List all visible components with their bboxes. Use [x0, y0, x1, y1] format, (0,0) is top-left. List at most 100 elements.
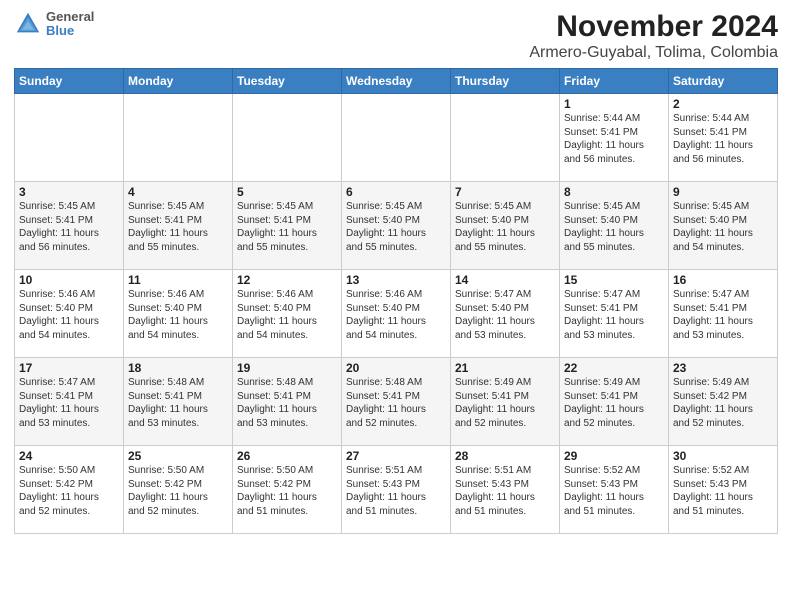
day-info: Sunrise: 5:47 AM Sunset: 5:40 PM Dayligh…	[455, 288, 555, 342]
day-info: Sunrise: 5:51 AM Sunset: 5:43 PM Dayligh…	[346, 464, 446, 518]
day-cell: 19Sunrise: 5:48 AM Sunset: 5:41 PM Dayli…	[233, 358, 342, 446]
logo-line1: General	[46, 10, 94, 24]
day-cell	[15, 94, 124, 182]
week-row-4: 24Sunrise: 5:50 AM Sunset: 5:42 PM Dayli…	[15, 446, 778, 534]
day-cell: 2Sunrise: 5:44 AM Sunset: 5:41 PM Daylig…	[669, 94, 778, 182]
day-number: 26	[237, 449, 337, 463]
day-number: 10	[19, 273, 119, 287]
header-cell-monday: Monday	[124, 69, 233, 94]
day-info: Sunrise: 5:52 AM Sunset: 5:43 PM Dayligh…	[564, 464, 664, 518]
day-info: Sunrise: 5:45 AM Sunset: 5:41 PM Dayligh…	[19, 200, 119, 254]
day-cell: 1Sunrise: 5:44 AM Sunset: 5:41 PM Daylig…	[560, 94, 669, 182]
day-cell: 30Sunrise: 5:52 AM Sunset: 5:43 PM Dayli…	[669, 446, 778, 534]
day-number: 16	[673, 273, 773, 287]
day-cell: 7Sunrise: 5:45 AM Sunset: 5:40 PM Daylig…	[451, 182, 560, 270]
day-number: 11	[128, 273, 228, 287]
day-info: Sunrise: 5:49 AM Sunset: 5:42 PM Dayligh…	[673, 376, 773, 430]
day-number: 29	[564, 449, 664, 463]
header-cell-sunday: Sunday	[15, 69, 124, 94]
day-cell: 27Sunrise: 5:51 AM Sunset: 5:43 PM Dayli…	[342, 446, 451, 534]
day-number: 19	[237, 361, 337, 375]
day-info: Sunrise: 5:48 AM Sunset: 5:41 PM Dayligh…	[346, 376, 446, 430]
calendar-subtitle: Armero-Guyabal, Tolima, Colombia	[529, 44, 778, 62]
day-info: Sunrise: 5:50 AM Sunset: 5:42 PM Dayligh…	[237, 464, 337, 518]
day-number: 9	[673, 185, 773, 199]
day-info: Sunrise: 5:45 AM Sunset: 5:41 PM Dayligh…	[128, 200, 228, 254]
day-cell: 6Sunrise: 5:45 AM Sunset: 5:40 PM Daylig…	[342, 182, 451, 270]
calendar-header: SundayMondayTuesdayWednesdayThursdayFrid…	[15, 69, 778, 94]
day-info: Sunrise: 5:45 AM Sunset: 5:40 PM Dayligh…	[455, 200, 555, 254]
day-number: 7	[455, 185, 555, 199]
day-number: 20	[346, 361, 446, 375]
day-cell: 24Sunrise: 5:50 AM Sunset: 5:42 PM Dayli…	[15, 446, 124, 534]
week-row-1: 3Sunrise: 5:45 AM Sunset: 5:41 PM Daylig…	[15, 182, 778, 270]
day-number: 23	[673, 361, 773, 375]
day-cell: 4Sunrise: 5:45 AM Sunset: 5:41 PM Daylig…	[124, 182, 233, 270]
day-info: Sunrise: 5:47 AM Sunset: 5:41 PM Dayligh…	[19, 376, 119, 430]
day-cell: 9Sunrise: 5:45 AM Sunset: 5:40 PM Daylig…	[669, 182, 778, 270]
day-number: 1	[564, 97, 664, 111]
title-block: November 2024 Armero-Guyabal, Tolima, Co…	[529, 10, 778, 62]
day-number: 15	[564, 273, 664, 287]
day-number: 12	[237, 273, 337, 287]
day-info: Sunrise: 5:46 AM Sunset: 5:40 PM Dayligh…	[19, 288, 119, 342]
day-number: 2	[673, 97, 773, 111]
day-number: 25	[128, 449, 228, 463]
day-info: Sunrise: 5:47 AM Sunset: 5:41 PM Dayligh…	[673, 288, 773, 342]
day-info: Sunrise: 5:50 AM Sunset: 5:42 PM Dayligh…	[128, 464, 228, 518]
day-info: Sunrise: 5:46 AM Sunset: 5:40 PM Dayligh…	[346, 288, 446, 342]
day-info: Sunrise: 5:47 AM Sunset: 5:41 PM Dayligh…	[564, 288, 664, 342]
day-number: 4	[128, 185, 228, 199]
day-cell: 12Sunrise: 5:46 AM Sunset: 5:40 PM Dayli…	[233, 270, 342, 358]
day-cell: 16Sunrise: 5:47 AM Sunset: 5:41 PM Dayli…	[669, 270, 778, 358]
day-number: 14	[455, 273, 555, 287]
day-number: 5	[237, 185, 337, 199]
week-row-2: 10Sunrise: 5:46 AM Sunset: 5:40 PM Dayli…	[15, 270, 778, 358]
header-row: SundayMondayTuesdayWednesdayThursdayFrid…	[15, 69, 778, 94]
day-cell: 23Sunrise: 5:49 AM Sunset: 5:42 PM Dayli…	[669, 358, 778, 446]
day-cell	[451, 94, 560, 182]
day-number: 28	[455, 449, 555, 463]
day-info: Sunrise: 5:50 AM Sunset: 5:42 PM Dayligh…	[19, 464, 119, 518]
calendar-body: 1Sunrise: 5:44 AM Sunset: 5:41 PM Daylig…	[15, 94, 778, 534]
day-info: Sunrise: 5:46 AM Sunset: 5:40 PM Dayligh…	[237, 288, 337, 342]
day-number: 3	[19, 185, 119, 199]
day-number: 8	[564, 185, 664, 199]
day-cell: 29Sunrise: 5:52 AM Sunset: 5:43 PM Dayli…	[560, 446, 669, 534]
day-cell: 22Sunrise: 5:49 AM Sunset: 5:41 PM Dayli…	[560, 358, 669, 446]
day-cell: 11Sunrise: 5:46 AM Sunset: 5:40 PM Dayli…	[124, 270, 233, 358]
day-cell: 17Sunrise: 5:47 AM Sunset: 5:41 PM Dayli…	[15, 358, 124, 446]
day-number: 24	[19, 449, 119, 463]
day-cell: 3Sunrise: 5:45 AM Sunset: 5:41 PM Daylig…	[15, 182, 124, 270]
day-info: Sunrise: 5:45 AM Sunset: 5:40 PM Dayligh…	[346, 200, 446, 254]
day-number: 21	[455, 361, 555, 375]
page: General Blue November 2024 Armero-Guyaba…	[0, 0, 792, 612]
day-info: Sunrise: 5:48 AM Sunset: 5:41 PM Dayligh…	[128, 376, 228, 430]
logo-text: General Blue	[46, 10, 94, 39]
day-info: Sunrise: 5:44 AM Sunset: 5:41 PM Dayligh…	[564, 112, 664, 166]
day-info: Sunrise: 5:49 AM Sunset: 5:41 PM Dayligh…	[564, 376, 664, 430]
header-cell-saturday: Saturday	[669, 69, 778, 94]
logo: General Blue	[14, 10, 94, 39]
day-cell: 21Sunrise: 5:49 AM Sunset: 5:41 PM Dayli…	[451, 358, 560, 446]
day-cell: 25Sunrise: 5:50 AM Sunset: 5:42 PM Dayli…	[124, 446, 233, 534]
day-cell: 15Sunrise: 5:47 AM Sunset: 5:41 PM Dayli…	[560, 270, 669, 358]
calendar-table: SundayMondayTuesdayWednesdayThursdayFrid…	[14, 68, 778, 534]
week-row-3: 17Sunrise: 5:47 AM Sunset: 5:41 PM Dayli…	[15, 358, 778, 446]
header: General Blue November 2024 Armero-Guyaba…	[14, 10, 778, 62]
day-cell	[124, 94, 233, 182]
day-info: Sunrise: 5:45 AM Sunset: 5:40 PM Dayligh…	[564, 200, 664, 254]
day-number: 17	[19, 361, 119, 375]
day-cell: 10Sunrise: 5:46 AM Sunset: 5:40 PM Dayli…	[15, 270, 124, 358]
header-cell-friday: Friday	[560, 69, 669, 94]
calendar-title: November 2024	[529, 10, 778, 44]
day-number: 18	[128, 361, 228, 375]
day-number: 22	[564, 361, 664, 375]
day-cell	[233, 94, 342, 182]
day-info: Sunrise: 5:51 AM Sunset: 5:43 PM Dayligh…	[455, 464, 555, 518]
day-cell: 26Sunrise: 5:50 AM Sunset: 5:42 PM Dayli…	[233, 446, 342, 534]
day-cell: 28Sunrise: 5:51 AM Sunset: 5:43 PM Dayli…	[451, 446, 560, 534]
day-info: Sunrise: 5:48 AM Sunset: 5:41 PM Dayligh…	[237, 376, 337, 430]
day-cell: 5Sunrise: 5:45 AM Sunset: 5:41 PM Daylig…	[233, 182, 342, 270]
day-cell: 14Sunrise: 5:47 AM Sunset: 5:40 PM Dayli…	[451, 270, 560, 358]
